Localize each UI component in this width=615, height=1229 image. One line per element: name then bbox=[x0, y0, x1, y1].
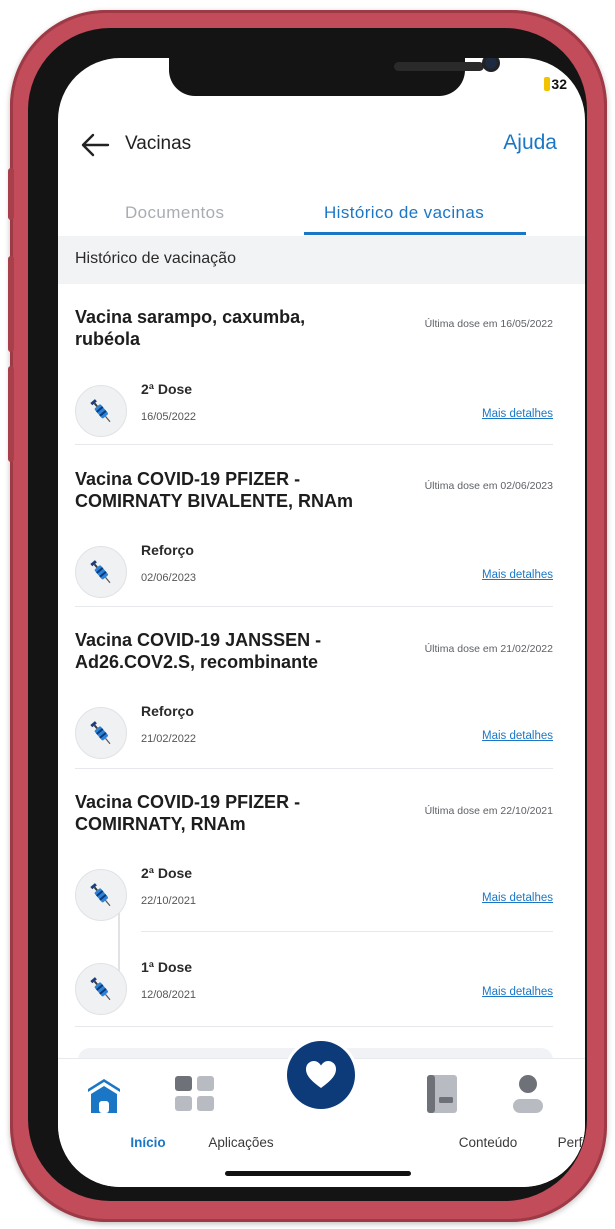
nav-label: Conteúdo bbox=[458, 1135, 518, 1150]
dose-date: 02/06/2023 bbox=[141, 572, 197, 584]
last-dose-text: Última dose em 22/10/2021 bbox=[424, 805, 553, 817]
notch bbox=[169, 58, 497, 96]
tab-active-indicator bbox=[304, 232, 526, 235]
last-dose-text: Última dose em 02/06/2023 bbox=[424, 480, 553, 492]
syringe-icon bbox=[75, 707, 127, 759]
home-icon bbox=[88, 1079, 120, 1113]
status-time: 32 bbox=[544, 76, 567, 92]
back-arrow-icon[interactable] bbox=[80, 132, 110, 158]
section-header: Histórico de vacinação bbox=[58, 236, 585, 284]
dose-row: 2ª Dose 22/10/2021 Mais detalhes bbox=[75, 865, 553, 925]
page-title: Vacinas bbox=[125, 133, 192, 154]
dose-date: 12/08/2021 bbox=[141, 989, 197, 1001]
apps-grid-icon bbox=[175, 1076, 214, 1111]
divider bbox=[75, 444, 553, 445]
dose-label: 2ª Dose bbox=[141, 865, 193, 881]
help-link[interactable]: Ajuda bbox=[503, 131, 557, 155]
divider bbox=[75, 606, 553, 607]
dose-date: 16/05/2022 bbox=[141, 411, 197, 423]
divider bbox=[75, 1026, 553, 1027]
more-details-link[interactable]: Mais detalhes bbox=[482, 986, 553, 998]
heart-fab-button[interactable] bbox=[287, 1041, 355, 1109]
more-details-link[interactable]: Mais detalhes bbox=[482, 892, 553, 904]
camera bbox=[485, 58, 497, 69]
divider bbox=[75, 768, 553, 769]
last-dose-text: Última dose em 21/02/2022 bbox=[424, 643, 553, 655]
divider bbox=[141, 931, 553, 932]
syringe-icon bbox=[75, 963, 127, 1015]
tab-vaccine-history[interactable]: Histórico de vacinas bbox=[324, 203, 484, 223]
tab-bar: Documentos Histórico de vacinas bbox=[58, 190, 585, 236]
screen: 32 Vacinas Ajuda Documentos Histórico de… bbox=[58, 58, 585, 1187]
vaccine-name: Vacina COVID-19 PFIZER - COMIRNATY BIVAL… bbox=[75, 469, 354, 511]
side-button bbox=[8, 256, 14, 352]
syringe-icon bbox=[75, 385, 127, 437]
vaccine-name: Vacina sarampo, caxumba, rubéola bbox=[75, 307, 306, 349]
dose-label: 1ª Dose bbox=[141, 959, 193, 975]
side-button bbox=[8, 168, 14, 220]
dose-label: 2ª Dose bbox=[141, 381, 193, 397]
side-button bbox=[8, 366, 14, 462]
nav-label: Perfil bbox=[557, 1135, 585, 1150]
profile-icon bbox=[513, 1075, 543, 1113]
dose-date: 21/02/2022 bbox=[141, 733, 197, 745]
more-details-link[interactable]: Mais detalhes bbox=[482, 730, 553, 742]
dose-label: Reforço bbox=[141, 542, 194, 558]
more-details-link[interactable]: Mais detalhes bbox=[482, 408, 553, 420]
syringe-icon bbox=[75, 546, 127, 598]
vaccine-name: Vacina COVID-19 JANSSEN - Ad26.COV2.S, r… bbox=[75, 630, 322, 672]
dose-row: 2ª Dose 16/05/2022 Mais detalhes bbox=[75, 381, 553, 441]
speaker bbox=[394, 62, 484, 71]
section-title: Histórico de vacinação bbox=[75, 250, 236, 267]
vaccine-name: Vacina COVID-19 PFIZER - COMIRNATY, RNAm bbox=[75, 792, 301, 834]
dose-row: Reforço 21/02/2022 Mais detalhes bbox=[75, 703, 553, 763]
dose-date: 22/10/2021 bbox=[141, 895, 197, 907]
app-header: Vacinas Ajuda bbox=[58, 120, 585, 170]
dose-row: 1ª Dose 12/08/2021 Mais detalhes bbox=[75, 959, 553, 1019]
bottom-nav: Início Aplicações Conteúdo Perfi bbox=[58, 1041, 585, 1187]
home-indicator bbox=[225, 1171, 411, 1176]
dose-label: Reforço bbox=[141, 703, 194, 719]
syringe-icon bbox=[75, 869, 127, 921]
tab-documents[interactable]: Documentos bbox=[125, 203, 224, 223]
heart-icon bbox=[306, 1061, 336, 1088]
dose-row: Reforço 02/06/2023 Mais detalhes bbox=[75, 542, 553, 602]
nav-label: Aplicações bbox=[208, 1135, 274, 1150]
more-details-link[interactable]: Mais detalhes bbox=[482, 569, 553, 581]
book-icon bbox=[427, 1075, 457, 1113]
nav-label: Início bbox=[130, 1135, 166, 1150]
last-dose-text: Última dose em 16/05/2022 bbox=[424, 318, 553, 330]
